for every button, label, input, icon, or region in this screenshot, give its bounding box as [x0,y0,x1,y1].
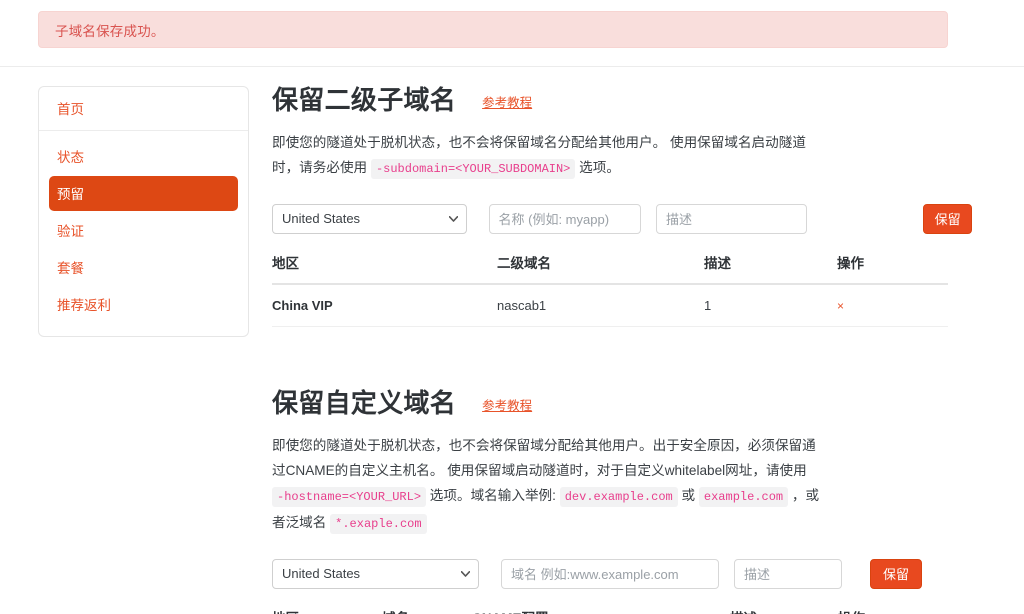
inline-code: dev.example.com [560,487,678,507]
section-description: 即使您的隧道处于脱机状态，也不会将保留域名分配给其他用户。 使用保留域名启动隧道… [272,130,824,182]
save-domain-button[interactable]: 保留 [870,559,922,589]
subdomain-description-placeholder: 描述 [666,209,692,228]
inline-code: example.com [699,487,788,507]
cell-region: China VIP [272,284,497,327]
column-header-subdomain: 二级域名 [497,252,704,284]
tutorial-link[interactable]: 参考教程 [482,395,532,414]
inline-code: -hostname=<YOUR_URL> [272,487,426,507]
domain-description-placeholder: 描述 [744,564,770,583]
section-header: 保留自定义域名 参考教程 [272,389,972,419]
region-select-value: United States [282,566,360,581]
sidebar-item-label: 首页 [57,102,84,117]
cell-description: 1 [704,284,837,327]
region-select[interactable]: United States [272,204,467,234]
delete-icon[interactable]: × [837,299,844,313]
chevron-down-icon [449,216,457,224]
inline-code: *.exaple.com [330,514,426,534]
subdomain-name-input[interactable]: 名称 (例如: myapp) [489,204,642,234]
domain-description-input[interactable]: 描述 [734,559,842,589]
inline-code: -subdomain=<YOUR_SUBDOMAIN> [371,159,575,179]
subdomain-name-placeholder: 名称 (例如: myapp) [499,209,610,228]
header-divider [0,66,1024,67]
sidebar-item-label: 验证 [57,224,84,239]
page-title: 保留自定义域名 [272,389,456,419]
column-header-description: 描述 [704,252,837,284]
cell-action: × [837,284,948,327]
cell-subdomain: nascab1 [497,284,704,327]
custom-domain-placeholder: 域名 例如:www.example.com [511,564,679,583]
column-header-region: 地区 [272,252,497,284]
region-select-value: United States [282,211,360,226]
sidebar-item-label: 状态 [57,150,84,165]
main-content: 保留二级子域名 参考教程 即使您的隧道处于脱机状态，也不会将保留域名分配给其他用… [272,86,972,614]
sidebar-item-label: 套餐 [57,261,84,276]
table-header-row: 地区 域名 CNAME配置 描述 操作 [272,607,948,614]
subdomain-description-input[interactable]: 描述 [656,204,807,234]
column-header-region: 地区 [272,607,382,614]
save-subdomain-button[interactable]: 保留 [923,204,972,234]
sidebar-item-label: 推荐返利 [57,298,111,313]
column-header-cname: CNAME配置 [472,607,730,614]
sidebar-item-reserved[interactable]: 预留 [49,176,238,211]
tutorial-link[interactable]: 参考教程 [482,92,532,111]
section-description: 即使您的隧道处于脱机状态，也不会将保留域分配给其他用户。出于安全原因，必须保留通… [272,433,824,537]
alert-message: 子域名保存成功。 [55,20,165,40]
chevron-down-icon [461,571,469,579]
region-select[interactable]: United States [272,559,479,589]
page-title: 保留二级子域名 [272,86,456,116]
column-header-action: 操作 [838,607,948,614]
sidebar-nav: 首页 状态 预留 验证 套餐 推荐返利 [38,86,249,337]
sidebar-list: 状态 预留 验证 套餐 推荐返利 [39,131,248,326]
sidebar-item-verify[interactable]: 验证 [49,213,238,248]
sidebar-item-label: 预留 [57,187,84,202]
sidebar-item-home[interactable]: 首页 [39,87,248,131]
column-header-domain: 域名 [382,607,472,614]
section-header: 保留二级子域名 参考教程 [272,86,972,116]
column-header-action: 操作 [837,252,948,284]
sidebar-item-status[interactable]: 状态 [49,139,238,174]
column-header-description: 描述 [730,607,838,614]
section-reserved-subdomain: 保留二级子域名 参考教程 即使您的隧道处于脱机状态，也不会将保留域名分配给其他用… [272,86,972,327]
reserved-domain-table: 地区 域名 CNAME配置 描述 操作 [272,607,948,614]
custom-domain-input[interactable]: 域名 例如:www.example.com [501,559,719,589]
reserved-subdomain-table: 地区 二级域名 描述 操作 China VIP nascab1 1 × [272,252,948,327]
page-root: 子域名保存成功。 首页 状态 预留 验证 套餐 推荐返利 [0,0,1024,614]
table-header-row: 地区 二级域名 描述 操作 [272,252,948,284]
sidebar-item-referral[interactable]: 推荐返利 [49,287,238,322]
success-alert: 子域名保存成功。 [38,11,948,48]
reserve-subdomain-form: United States 名称 (例如: myapp) 描述 保留 [272,204,972,234]
sidebar-item-plan[interactable]: 套餐 [49,250,238,285]
table-row: China VIP nascab1 1 × [272,284,948,327]
section-reserved-custom-domain: 保留自定义域名 参考教程 即使您的隧道处于脱机状态，也不会将保留域分配给其他用户… [272,389,972,614]
reserve-domain-form: United States 域名 例如:www.example.com 描述 保… [272,559,972,589]
